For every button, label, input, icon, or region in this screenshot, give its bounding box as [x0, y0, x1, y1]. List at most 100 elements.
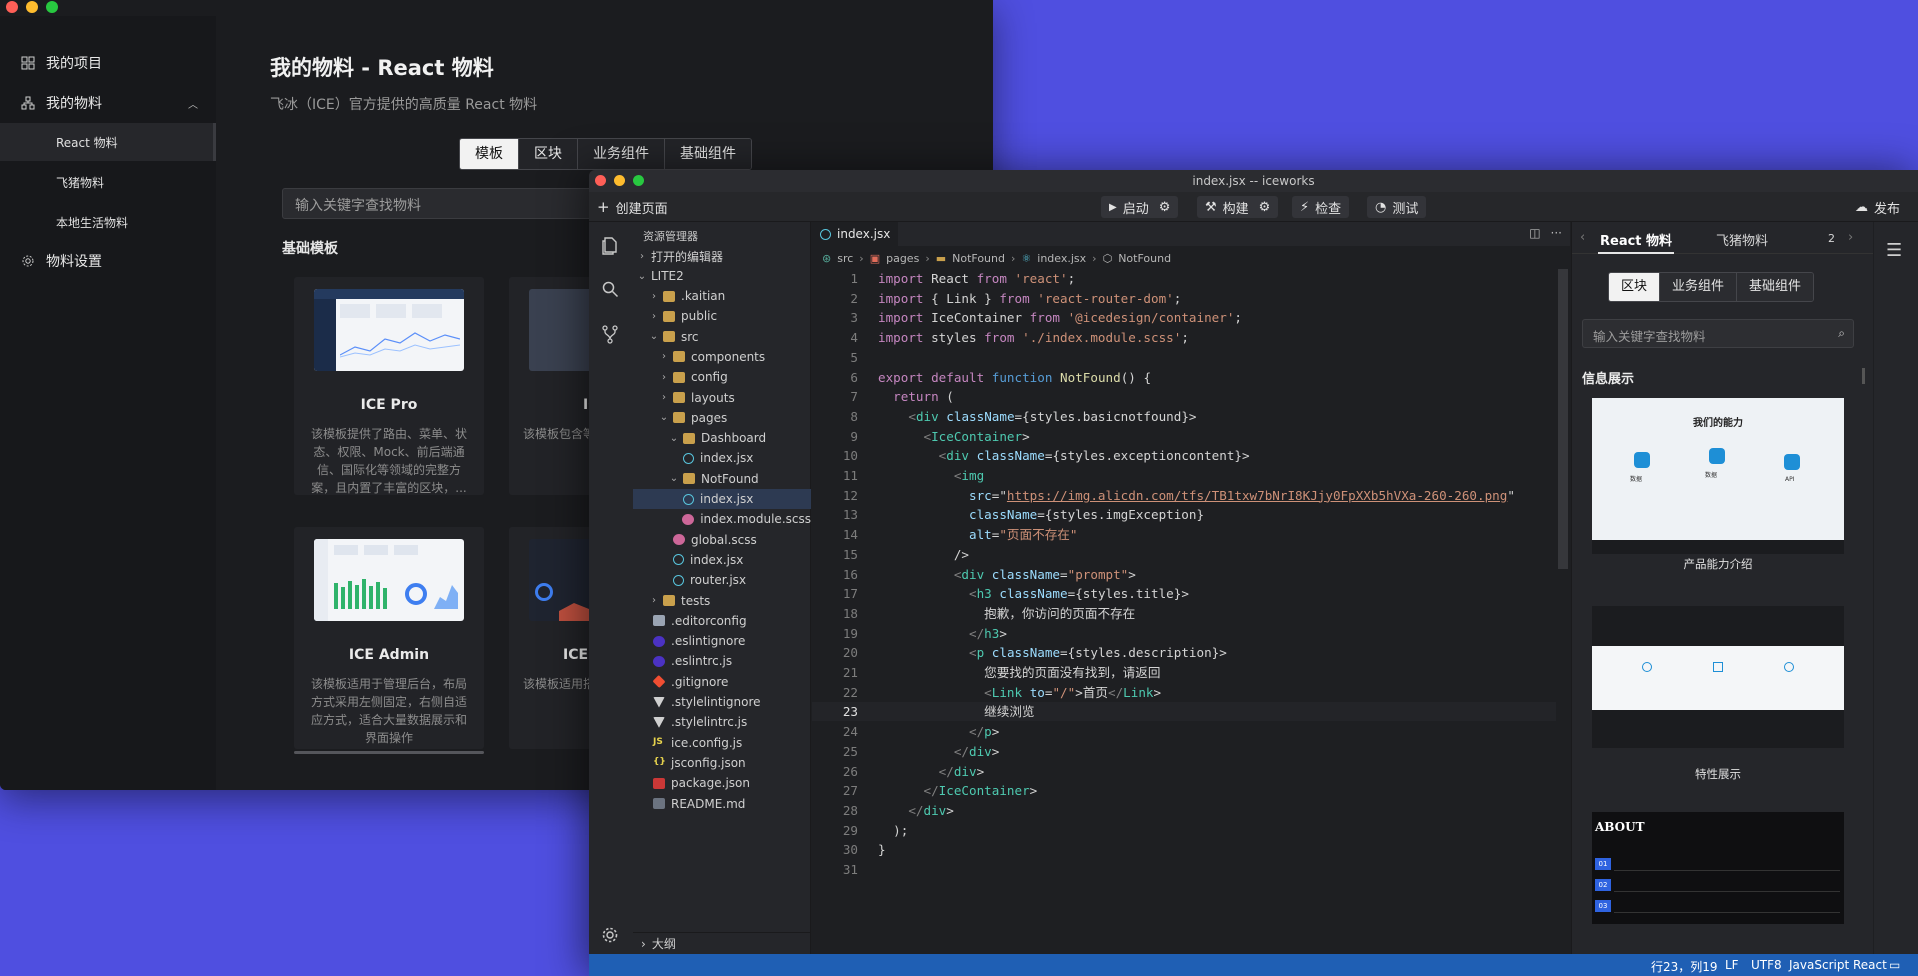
code-line[interactable]: 13 className={styles.imgException} — [812, 505, 1556, 524]
material-search-input[interactable]: 输入关键字查找物料 ⌕ — [1582, 319, 1854, 348]
code-line[interactable]: 24 </p> — [812, 722, 1556, 741]
segment-blocks[interactable]: 区块 — [1609, 273, 1661, 301]
block-card[interactable]: 我们的能力 数据 数据 API 产品能力介绍 — [1592, 398, 1844, 571]
maximize-window-button[interactable] — [46, 1, 58, 13]
chevron-down-icon[interactable]: ⌄ — [659, 412, 669, 423]
settings-gear-icon[interactable] — [601, 926, 621, 946]
breadcrumb-item[interactable]: index.jsx — [1037, 252, 1086, 265]
chevron-right-icon[interactable]: › — [659, 372, 669, 383]
chevron-left-icon[interactable]: ‹ — [1580, 230, 1585, 245]
tree-item[interactable]: .stylelintrc.js — [633, 712, 811, 732]
code-line[interactable]: 18 抱歉，你访问的页面不存在 — [812, 604, 1556, 623]
block-card[interactable]: ABOUT 01 02 03 — [1592, 812, 1844, 924]
block-card[interactable]: 特性展示 — [1592, 606, 1844, 781]
outline-section[interactable]: › 大纲 — [633, 932, 811, 954]
code-line[interactable]: 16 <div className="prompt"> — [812, 565, 1556, 584]
sidebar-item-my-materials[interactable]: 我的物料 ︿ — [0, 84, 216, 122]
close-window-button[interactable] — [595, 175, 606, 186]
more-actions-icon[interactable]: ··· — [1551, 226, 1562, 240]
code-line[interactable]: 2 import { Link } from 'react-router-dom'… — [812, 289, 1556, 308]
code-line[interactable]: 4 import styles from './index.module.scss… — [812, 328, 1556, 347]
tree-item[interactable]: ⌄ pages — [633, 408, 811, 428]
code-line[interactable]: 23 继续浏览 — [812, 702, 1556, 722]
tree-item[interactable]: index.jsx — [633, 489, 811, 509]
tree-item[interactable]: .editorconfig — [633, 611, 811, 631]
code-line[interactable]: 19 </h3> — [812, 624, 1556, 643]
code-line[interactable]: 8 <div className={styles.basicnotfound}> — [812, 407, 1556, 426]
workspace-root[interactable]: ⌄ LITE2 — [633, 266, 811, 286]
tree-item[interactable]: {} jsconfig.json — [633, 753, 811, 773]
check-button[interactable]: ⚡ 检查 — [1292, 196, 1350, 218]
template-card[interactable]: ICE Admin 该模板适用于管理后台，布局方式采用左侧固定，右侧自适应方式，… — [294, 527, 484, 749]
code-line[interactable]: 26 </div> — [812, 762, 1556, 781]
build-button[interactable]: ⚒ 构建 ⚙ — [1197, 196, 1279, 218]
tab-business-components[interactable]: 业务组件 — [578, 139, 665, 169]
tree-item[interactable]: index.jsx — [633, 550, 811, 570]
code-line[interactable]: 17 <h3 className={styles.title}> — [812, 584, 1556, 603]
tree-item[interactable]: ⌄ Dashboard — [633, 428, 811, 448]
publish-button[interactable]: ☁ 发布 — [1855, 197, 1900, 217]
sidebar-subitem-react[interactable]: React 物料 — [0, 123, 216, 161]
sidebar-item-my-projects[interactable]: 我的项目 — [0, 44, 216, 82]
breadcrumb-item[interactable]: NotFound — [952, 252, 1005, 265]
tree-item[interactable]: index.module.scss — [633, 509, 811, 529]
code-line[interactable]: 31 — [812, 860, 1556, 879]
code-line[interactable]: 7 return ( — [812, 387, 1556, 406]
test-button[interactable]: ◔ 测试 — [1367, 196, 1427, 218]
tree-item[interactable]: package.json — [633, 773, 811, 793]
tree-item[interactable]: .gitignore — [633, 672, 811, 692]
segment-base-components[interactable]: 基础组件 — [1737, 273, 1814, 301]
source-control-icon[interactable] — [601, 324, 621, 344]
chevron-down-icon[interactable]: ⌄ — [669, 433, 679, 444]
code-line[interactable]: 11 <img — [812, 466, 1556, 485]
line-ending[interactable]: LF — [1725, 958, 1739, 972]
code-line[interactable]: 15 /> — [812, 545, 1556, 564]
code-line[interactable]: 5 — [812, 348, 1556, 367]
code-line[interactable]: 25 </div> — [812, 742, 1556, 761]
tree-item[interactable]: JS ice.config.js — [633, 733, 811, 753]
gear-icon[interactable]: ⚙ — [1259, 200, 1271, 215]
tab-react-materials[interactable]: React 物料 — [1600, 230, 1672, 249]
list-icon[interactable]: ☰ — [1886, 240, 1902, 261]
code-line[interactable]: 6 export default function NotFound() { — [812, 368, 1556, 387]
cursor-position[interactable]: 行23，列19 — [1651, 958, 1718, 975]
file-encoding[interactable]: UTF8 — [1751, 958, 1782, 972]
tree-item[interactable]: › tests — [633, 591, 811, 611]
tree-item[interactable]: › config — [633, 367, 811, 387]
sidebar-subitem-fliggy[interactable]: 飞猪物料 — [0, 163, 216, 201]
tree-item[interactable]: ⌄ src — [633, 327, 811, 347]
search-icon[interactable]: ⌕ — [1838, 326, 1845, 341]
tab-blocks[interactable]: 区块 — [519, 139, 578, 169]
code-line[interactable]: 1 import React from 'react'; — [812, 269, 1556, 288]
tree-item[interactable]: › public — [633, 306, 811, 326]
code-line[interactable]: 28 </div> — [812, 801, 1556, 820]
code-line[interactable]: 30} — [812, 840, 1556, 859]
sidebar-item-material-settings[interactable]: 物料设置 — [0, 242, 216, 280]
material-search-input[interactable]: 输入关键字查找物料 — [282, 188, 602, 219]
tab-fliggy-materials[interactable]: 飞猪物料 — [1716, 230, 1768, 249]
maximize-window-button[interactable] — [633, 175, 644, 186]
split-editor-icon[interactable]: ◫ — [1529, 226, 1540, 240]
close-window-button[interactable] — [6, 1, 18, 13]
panel-scrollbar[interactable] — [1862, 368, 1865, 384]
chevron-right-icon[interactable]: › — [1848, 230, 1853, 245]
code-line[interactable]: 20 <p className={styles.description}> — [812, 643, 1556, 662]
chevron-right-icon[interactable]: › — [659, 351, 669, 362]
chevron-right-icon[interactable]: › — [649, 595, 659, 606]
tree-item[interactable]: .stylelintignore — [633, 692, 811, 712]
tree-item[interactable]: .eslintignore — [633, 631, 811, 651]
chevron-right-icon[interactable]: › — [659, 392, 669, 403]
template-card[interactable]: ICE Pro 该模板提供了路由、菜单、状态、权限、Mock、前后端通信、国际化… — [294, 277, 484, 495]
gear-icon[interactable]: ⚙ — [1159, 200, 1171, 215]
tree-item[interactable]: ⌄ NotFound — [633, 469, 811, 489]
segment-business-components[interactable]: 业务组件 — [1660, 273, 1738, 301]
chevron-right-icon[interactable]: › — [649, 311, 659, 322]
create-page-button[interactable]: + 创建页面 — [597, 197, 668, 217]
tree-item[interactable]: › layouts — [633, 388, 811, 408]
code-line[interactable]: 22 <Link to="/">首页</Link> — [812, 683, 1556, 702]
chevron-down-icon[interactable]: ⌄ — [649, 331, 659, 342]
chevron-right-icon[interactable]: › — [649, 291, 659, 302]
code-line[interactable]: 21 您要找的页面没有找到，请返回 — [812, 663, 1556, 682]
tree-item[interactable]: global.scss — [633, 530, 811, 550]
chevron-down-icon[interactable]: ⌄ — [669, 473, 679, 484]
